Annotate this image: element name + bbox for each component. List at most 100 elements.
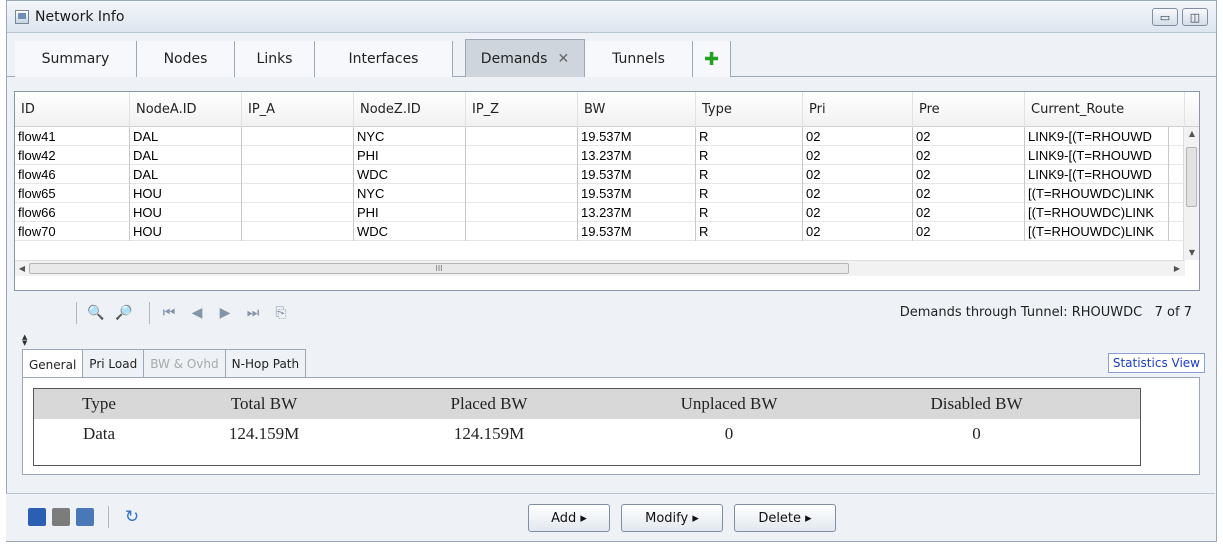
tab-label: Links <box>256 51 293 67</box>
table-body: flow41 DAL NYC 19.537M R 02 02 LINK9-[(T=RHOUWD… <box>15 127 1199 241</box>
tab-summary[interactable]: Summary <box>15 41 137 77</box>
scroll-left-icon[interactable]: ◀ <box>15 261 29 277</box>
cell-node-z-id: NYC <box>354 127 466 146</box>
summary-header: Type Total BW Placed BW Unplaced BW Disa… <box>34 389 1140 419</box>
table-row[interactable]: flow46 DAL WDC 19.537M R 02 02 LINK9-[(T=RHOUWD <box>15 165 1199 184</box>
find-icon[interactable]: 🔍 <box>85 302 107 324</box>
scroll-down-icon[interactable]: ▼ <box>1184 246 1199 260</box>
plus-icon: ✚ <box>703 48 720 70</box>
window-controls: ▭ ◫ <box>1152 8 1208 26</box>
tab-demands[interactable]: Demands ✕ <box>465 39 585 77</box>
divider <box>108 506 109 528</box>
cell-bw: 19.537M <box>578 184 696 203</box>
tab-nodes[interactable]: Nodes <box>137 41 235 77</box>
tab-label: Summary <box>41 51 110 67</box>
splitter-handle[interactable]: ▲ ▼ <box>22 334 27 347</box>
window-title: Network Info <box>35 8 125 25</box>
tab-tunnels[interactable]: Tunnels <box>585 41 693 77</box>
last-page-icon[interactable]: ⏭ <box>242 302 264 324</box>
cell-pre: 02 <box>913 146 1025 165</box>
vertical-scrollbar[interactable]: ▲ ▼ <box>1183 127 1199 260</box>
table-row[interactable]: flow41 DAL NYC 19.537M R 02 02 LINK9-[(T=RHOUWD <box>15 127 1199 146</box>
column-header-current-route[interactable]: Current_Route <box>1025 92 1185 127</box>
cell-node-a-id: HOU <box>130 222 242 241</box>
vertical-scroll-thumb[interactable] <box>1186 147 1197 207</box>
subtab-label: N-Hop Path <box>231 356 300 371</box>
export-icon[interactable]: ⎘ <box>270 302 292 324</box>
status-text: Demands through Tunnel: RHOUWDC <box>899 305 1143 320</box>
scroll-grip: III <box>435 264 443 273</box>
help-icon[interactable] <box>76 508 94 526</box>
cell-pri: 02 <box>803 127 913 146</box>
cell-pri: 02 <box>803 184 913 203</box>
cell-ip-a <box>242 184 354 203</box>
cell-node-a-id: DAL <box>130 146 242 165</box>
bottom-icons: ↻ <box>28 506 141 528</box>
column-header-bw[interactable]: BW <box>578 92 696 127</box>
prev-page-icon[interactable]: ◀ <box>186 302 208 324</box>
add-button[interactable]: Add ▸ <box>528 504 610 532</box>
cell-type: R <box>696 165 803 184</box>
tab-label: Interfaces <box>348 51 419 67</box>
cell-node-a-id: DAL <box>130 165 242 184</box>
cell-pre: 02 <box>913 184 1025 203</box>
cell-type: R <box>696 203 803 222</box>
delete-button[interactable]: Delete ▸ <box>734 504 836 532</box>
table-row[interactable]: flow70 HOU WDC 19.537M R 02 02 [(T=RHOUWDC)LINK <box>15 222 1199 241</box>
cell-ip-a <box>242 127 354 146</box>
column-header-node-z-id[interactable]: NodeZ.ID <box>354 92 466 127</box>
cell-pri: 02 <box>803 222 913 241</box>
next-page-icon[interactable]: ▶ <box>214 302 236 324</box>
modify-button[interactable]: Modify ▸ <box>621 504 723 532</box>
column-header-id[interactable]: ID <box>15 92 130 127</box>
cell-bw: 19.537M <box>578 222 696 241</box>
statistics-view-link[interactable]: Statistics View <box>1107 353 1205 373</box>
column-header-node-a-id[interactable]: NodeA.ID <box>130 92 242 127</box>
cell-current-route: LINK9-[(T=RHOUWD <box>1025 165 1169 184</box>
cell-ip-z <box>466 165 578 184</box>
column-header-ip-a[interactable]: IP_A <box>242 92 354 127</box>
column-header-ip-z[interactable]: IP_Z <box>466 92 578 127</box>
column-header-type[interactable]: Type <box>696 92 803 127</box>
cell-id: flow66 <box>15 203 130 222</box>
detail-tabs: General Pri Load BW & Ovhd N-Hop Path <box>22 349 307 379</box>
cell-pre: 02 <box>913 222 1025 241</box>
tab-interfaces[interactable]: Interfaces <box>315 41 453 77</box>
maximize-button[interactable]: ◫ <box>1182 8 1208 26</box>
save-icon[interactable] <box>28 508 46 526</box>
bottom-toolbar: ↻ Add ▸ Modify ▸ Delete ▸ <box>6 493 1215 541</box>
cell-ip-a <box>242 165 354 184</box>
horizontal-scrollbar[interactable]: ◀ III ▶ <box>15 260 1185 276</box>
scroll-up-icon[interactable]: ▲ <box>1184 127 1199 141</box>
find-next-icon[interactable]: 🔎 <box>113 302 135 324</box>
cell-id: flow46 <box>15 165 130 184</box>
print-icon[interactable] <box>52 508 70 526</box>
subtab-n-hop-path[interactable]: N-Hop Path <box>224 349 307 377</box>
divider <box>76 302 77 324</box>
table-row[interactable]: flow65 HOU NYC 19.537M R 02 02 [(T=RHOUWDC)LINK <box>15 184 1199 203</box>
table-row[interactable]: flow66 HOU PHI 13.237M R 02 02 [(T=RHOUWDC)LINK <box>15 203 1199 222</box>
cell-bw: 13.237M <box>578 146 696 165</box>
subtab-pri-load[interactable]: Pri Load <box>82 349 145 377</box>
table-row[interactable]: flow42 DAL PHI 13.237M R 02 02 LINK9-[(T=RHOUWD <box>15 146 1199 165</box>
column-header-pri[interactable]: Pri <box>803 92 913 127</box>
minimize-button[interactable]: ▭ <box>1152 8 1178 26</box>
subtab-bw-ovhd: BW & Ovhd <box>143 349 226 377</box>
demands-status: Demands through Tunnel: RHOUWDC 7 of 7 <box>900 305 1192 320</box>
close-tab-icon[interactable]: ✕ <box>557 51 569 67</box>
cell-type: R <box>696 222 803 241</box>
scroll-right-icon[interactable]: ▶ <box>1170 261 1184 277</box>
cell-pre: 02 <box>913 203 1025 222</box>
cell-pri: 02 <box>803 146 913 165</box>
subtab-label: BW & Ovhd <box>150 356 219 371</box>
tab-links[interactable]: Links <box>235 41 315 77</box>
horizontal-scroll-thumb[interactable]: III <box>29 263 849 274</box>
add-tab-button[interactable]: ✚ <box>693 41 731 77</box>
subtab-general[interactable]: General <box>22 349 84 379</box>
column-header-pre[interactable]: Pre <box>913 92 1025 127</box>
cell-id: flow41 <box>15 127 130 146</box>
table-header: ID NodeA.ID IP_A NodeZ.ID IP_Z BW Type Pri Pre Cu… <box>15 92 1199 127</box>
first-page-icon[interactable]: ⏮ <box>158 302 180 324</box>
tab-label: Demands <box>480 50 548 67</box>
refresh-icon[interactable]: ↻ <box>123 508 141 526</box>
